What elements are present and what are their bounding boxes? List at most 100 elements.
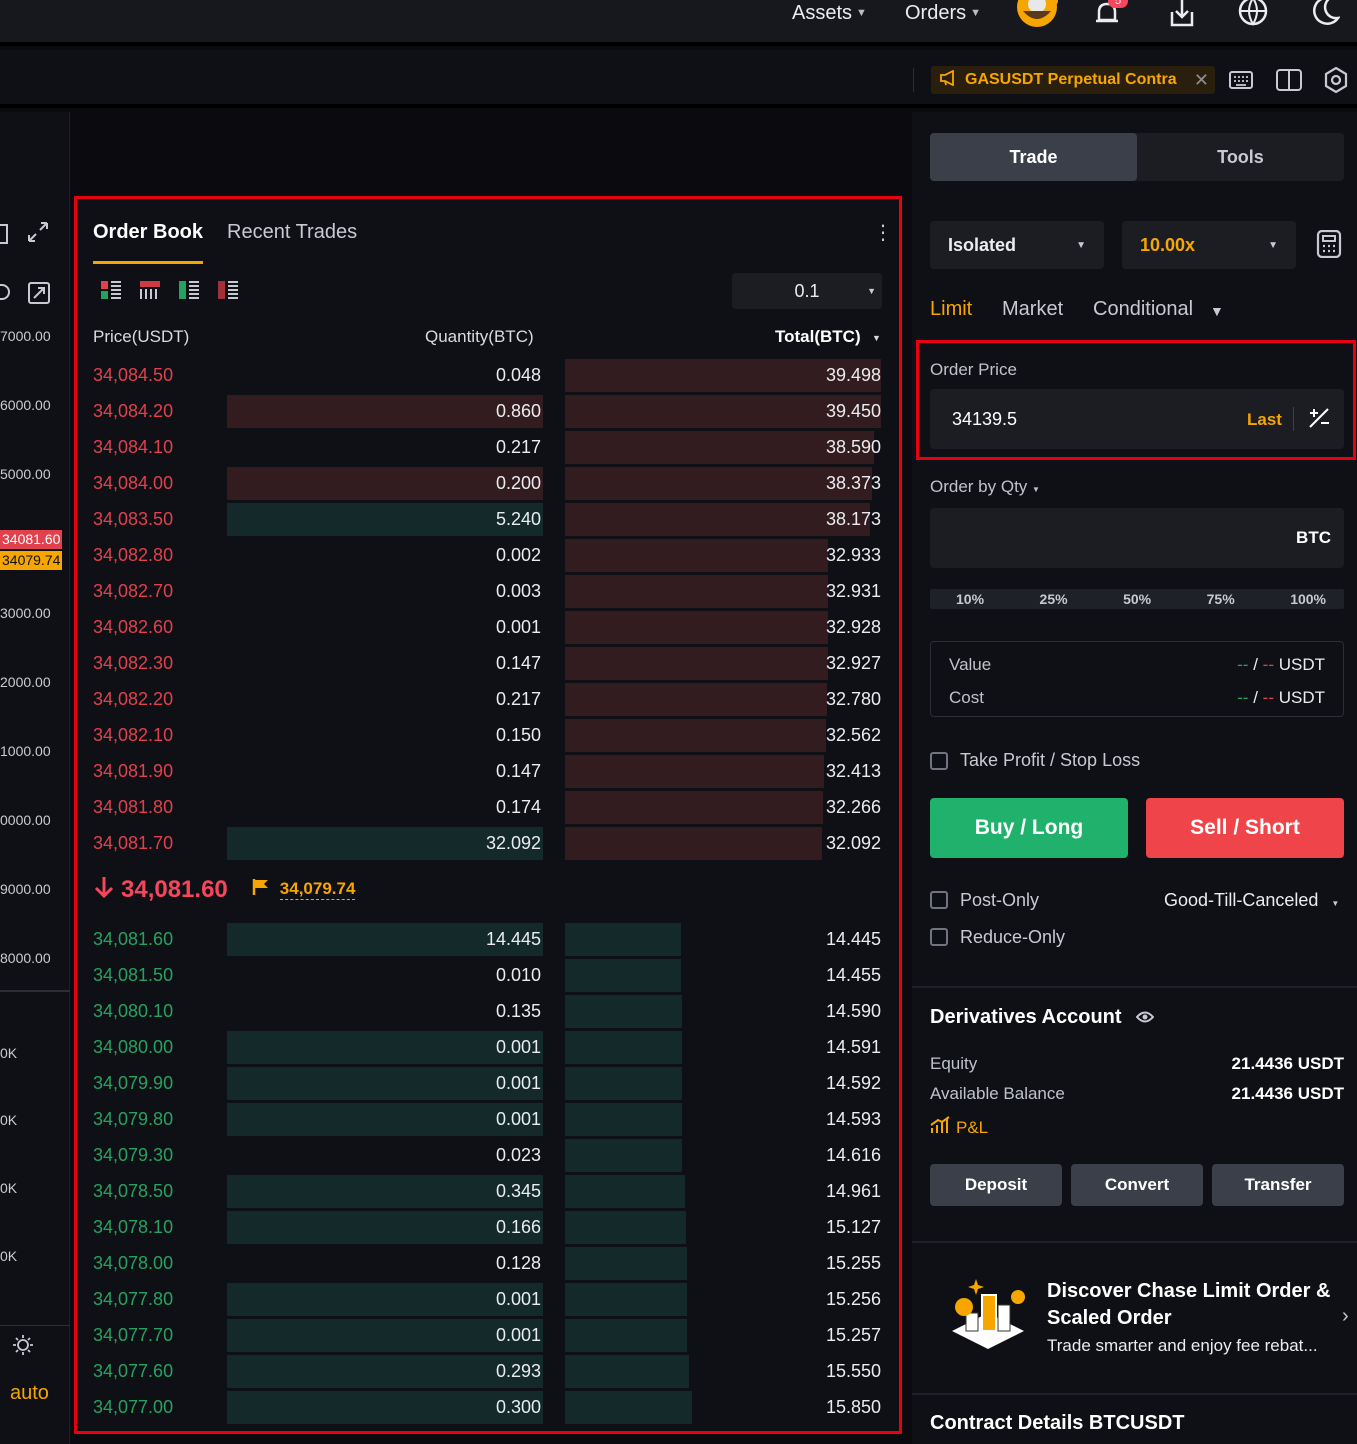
deposit-button[interactable]: Deposit (930, 1164, 1062, 1206)
contract-details-title[interactable]: Contract Details BTCUSDT (930, 1412, 1184, 1435)
chart-settings-icon[interactable] (0, 284, 10, 300)
nav-assets[interactable]: Assets ▼ (792, 0, 867, 26)
chevron-right-icon[interactable]: › (1342, 1305, 1349, 1328)
price-cell[interactable]: 34,083.50 (93, 509, 173, 530)
bid-row[interactable]: 34,081.50 0.010 14.455 (77, 957, 899, 993)
keyboard-icon[interactable] (1227, 66, 1255, 94)
announcement-banner[interactable]: GASUSDT Perpetual Contra ✕ (931, 66, 1215, 94)
sell-short-button[interactable]: Sell / Short (1146, 798, 1344, 858)
plus-minus-icon[interactable] (1308, 407, 1330, 434)
price-cell[interactable]: 34,078.10 (93, 1217, 173, 1238)
auto-scale-toggle[interactable]: auto (10, 1382, 49, 1405)
close-icon[interactable]: ✕ (1194, 70, 1209, 91)
bid-row[interactable]: 34,080.00 0.001 14.591 (77, 1029, 899, 1065)
tab-order-book[interactable]: Order Book (93, 221, 203, 244)
globe-icon[interactable] (1238, 0, 1268, 28)
price-cell[interactable]: 34,080.10 (93, 1001, 173, 1022)
ask-row[interactable]: 34,082.10 0.150 32.562 (77, 717, 899, 753)
price-cell[interactable]: 34,079.90 (93, 1073, 173, 1094)
transfer-button[interactable]: Transfer (1212, 1164, 1344, 1206)
eye-icon[interactable] (1135, 1010, 1155, 1029)
ask-row[interactable]: 34,082.20 0.217 32.780 (77, 681, 899, 717)
price-cell[interactable]: 34,084.20 (93, 401, 173, 422)
ask-row[interactable]: 34,082.30 0.147 32.927 (77, 645, 899, 681)
price-cell[interactable]: 34,077.70 (93, 1325, 173, 1346)
expand-icon[interactable] (26, 220, 50, 249)
bid-row[interactable]: 34,077.60 0.293 15.550 (77, 1353, 899, 1389)
percent-75[interactable]: 75% (1207, 591, 1235, 607)
avatar[interactable] (1015, 0, 1061, 28)
post-only-checkbox[interactable] (930, 891, 948, 909)
book-view-depth-icon[interactable] (140, 281, 160, 299)
order-by-qty-select[interactable]: Order by Qty ▼ (930, 477, 1040, 497)
bid-row[interactable]: 34,079.90 0.001 14.592 (77, 1065, 899, 1101)
settings-icon[interactable] (1322, 66, 1350, 94)
price-cell[interactable]: 34,081.50 (93, 965, 173, 986)
price-cell[interactable]: 34,081.90 (93, 761, 173, 782)
bid-row[interactable]: 34,077.70 0.001 15.257 (77, 1317, 899, 1353)
promo-banner[interactable]: Discover Chase Limit Order & Scaled Orde… (912, 1243, 1357, 1393)
order-type-conditional[interactable]: Conditional (1093, 298, 1193, 321)
buy-long-button[interactable]: Buy / Long (930, 798, 1128, 858)
price-cell[interactable]: 34,077.00 (93, 1397, 173, 1418)
price-cell[interactable]: 34,082.20 (93, 689, 173, 710)
book-view-bids-icon[interactable] (179, 281, 199, 299)
bid-row[interactable]: 34,079.30 0.023 14.616 (77, 1137, 899, 1173)
price-cell[interactable]: 34,081.80 (93, 797, 173, 818)
ask-row[interactable]: 34,083.50 5.240 38.173 (77, 501, 899, 537)
book-view-asks-icon[interactable] (218, 281, 238, 299)
pane-divider[interactable] (0, 990, 70, 992)
bid-row[interactable]: 34,079.80 0.001 14.593 (77, 1101, 899, 1137)
margin-mode-select[interactable]: Isolated ▼ (930, 221, 1104, 269)
precision-select[interactable]: 0.1 ▼ (732, 273, 882, 309)
ask-row[interactable]: 34,084.00 0.200 38.373 (77, 465, 899, 501)
bell-icon[interactable]: 5 (1092, 0, 1128, 28)
download-icon[interactable] (1167, 0, 1197, 28)
ask-row[interactable]: 34,084.10 0.217 38.590 (77, 429, 899, 465)
quantity-percent-slider[interactable]: 10% 25% 50% 75% 100% (930, 589, 1344, 609)
sun-icon[interactable] (12, 1334, 34, 1361)
last-price-button[interactable]: Last (1247, 410, 1282, 430)
caret-down-icon[interactable]: ▼ (872, 333, 881, 343)
bid-row[interactable]: 34,081.60 14.445 14.445 (77, 921, 899, 957)
ask-row[interactable]: 34,081.70 32.092 32.092 (77, 825, 899, 861)
convert-button[interactable]: Convert (1071, 1164, 1203, 1206)
book-view-both-icon[interactable] (101, 281, 121, 299)
ask-row[interactable]: 34,082.80 0.002 32.933 (77, 537, 899, 573)
percent-50[interactable]: 50% (1123, 591, 1151, 607)
price-cell[interactable]: 34,084.10 (93, 437, 173, 458)
quantity-input[interactable]: BTC (930, 508, 1344, 568)
nav-orders[interactable]: Orders ▼ (905, 0, 981, 26)
tab-tools[interactable]: Tools (1137, 133, 1344, 181)
price-cell[interactable]: 34,078.50 (93, 1181, 173, 1202)
pnl-link[interactable]: P&L (930, 1116, 988, 1139)
tpsl-checkbox[interactable] (930, 752, 948, 770)
price-cell[interactable]: 34,080.00 (93, 1037, 173, 1058)
ask-row[interactable]: 34,081.80 0.174 32.266 (77, 789, 899, 825)
ask-row[interactable]: 34,084.20 0.860 39.450 (77, 393, 899, 429)
price-cell[interactable]: 34,082.80 (93, 545, 173, 566)
bid-row[interactable]: 34,078.10 0.166 15.127 (77, 1209, 899, 1245)
price-cell[interactable]: 34,082.30 (93, 653, 173, 674)
price-cell[interactable]: 34,081.70 (93, 833, 173, 854)
tab-recent-trades[interactable]: Recent Trades (227, 221, 357, 244)
more-options-icon[interactable]: ⋮ (873, 223, 893, 243)
book-layout-icon[interactable] (1275, 66, 1303, 94)
price-cell[interactable]: 34,077.80 (93, 1289, 173, 1310)
order-type-market[interactable]: Market (1002, 298, 1063, 321)
price-cell[interactable]: 34,077.60 (93, 1361, 173, 1382)
ask-row[interactable]: 34,084.50 0.048 39.498 (77, 357, 899, 393)
bid-row[interactable]: 34,080.10 0.135 14.590 (77, 993, 899, 1029)
ask-row[interactable]: 34,082.70 0.003 32.931 (77, 573, 899, 609)
price-cell[interactable]: 34,079.80 (93, 1109, 173, 1130)
price-chart[interactable]: 7000.00 6000.00 5000.00 34081.60 34079.7… (0, 112, 70, 1444)
tab-trade[interactable]: Trade (930, 133, 1137, 181)
ask-row[interactable]: 34,082.60 0.001 32.928 (77, 609, 899, 645)
percent-10[interactable]: 10% (956, 591, 984, 607)
percent-25[interactable]: 25% (1040, 591, 1068, 607)
price-cell[interactable]: 34,082.60 (93, 617, 173, 638)
mark-price[interactable]: 34,079.74 (279, 879, 356, 900)
price-cell[interactable]: 34,079.30 (93, 1145, 173, 1166)
price-cell[interactable]: 34,082.10 (93, 725, 173, 746)
price-cell[interactable]: 34,084.00 (93, 473, 173, 494)
